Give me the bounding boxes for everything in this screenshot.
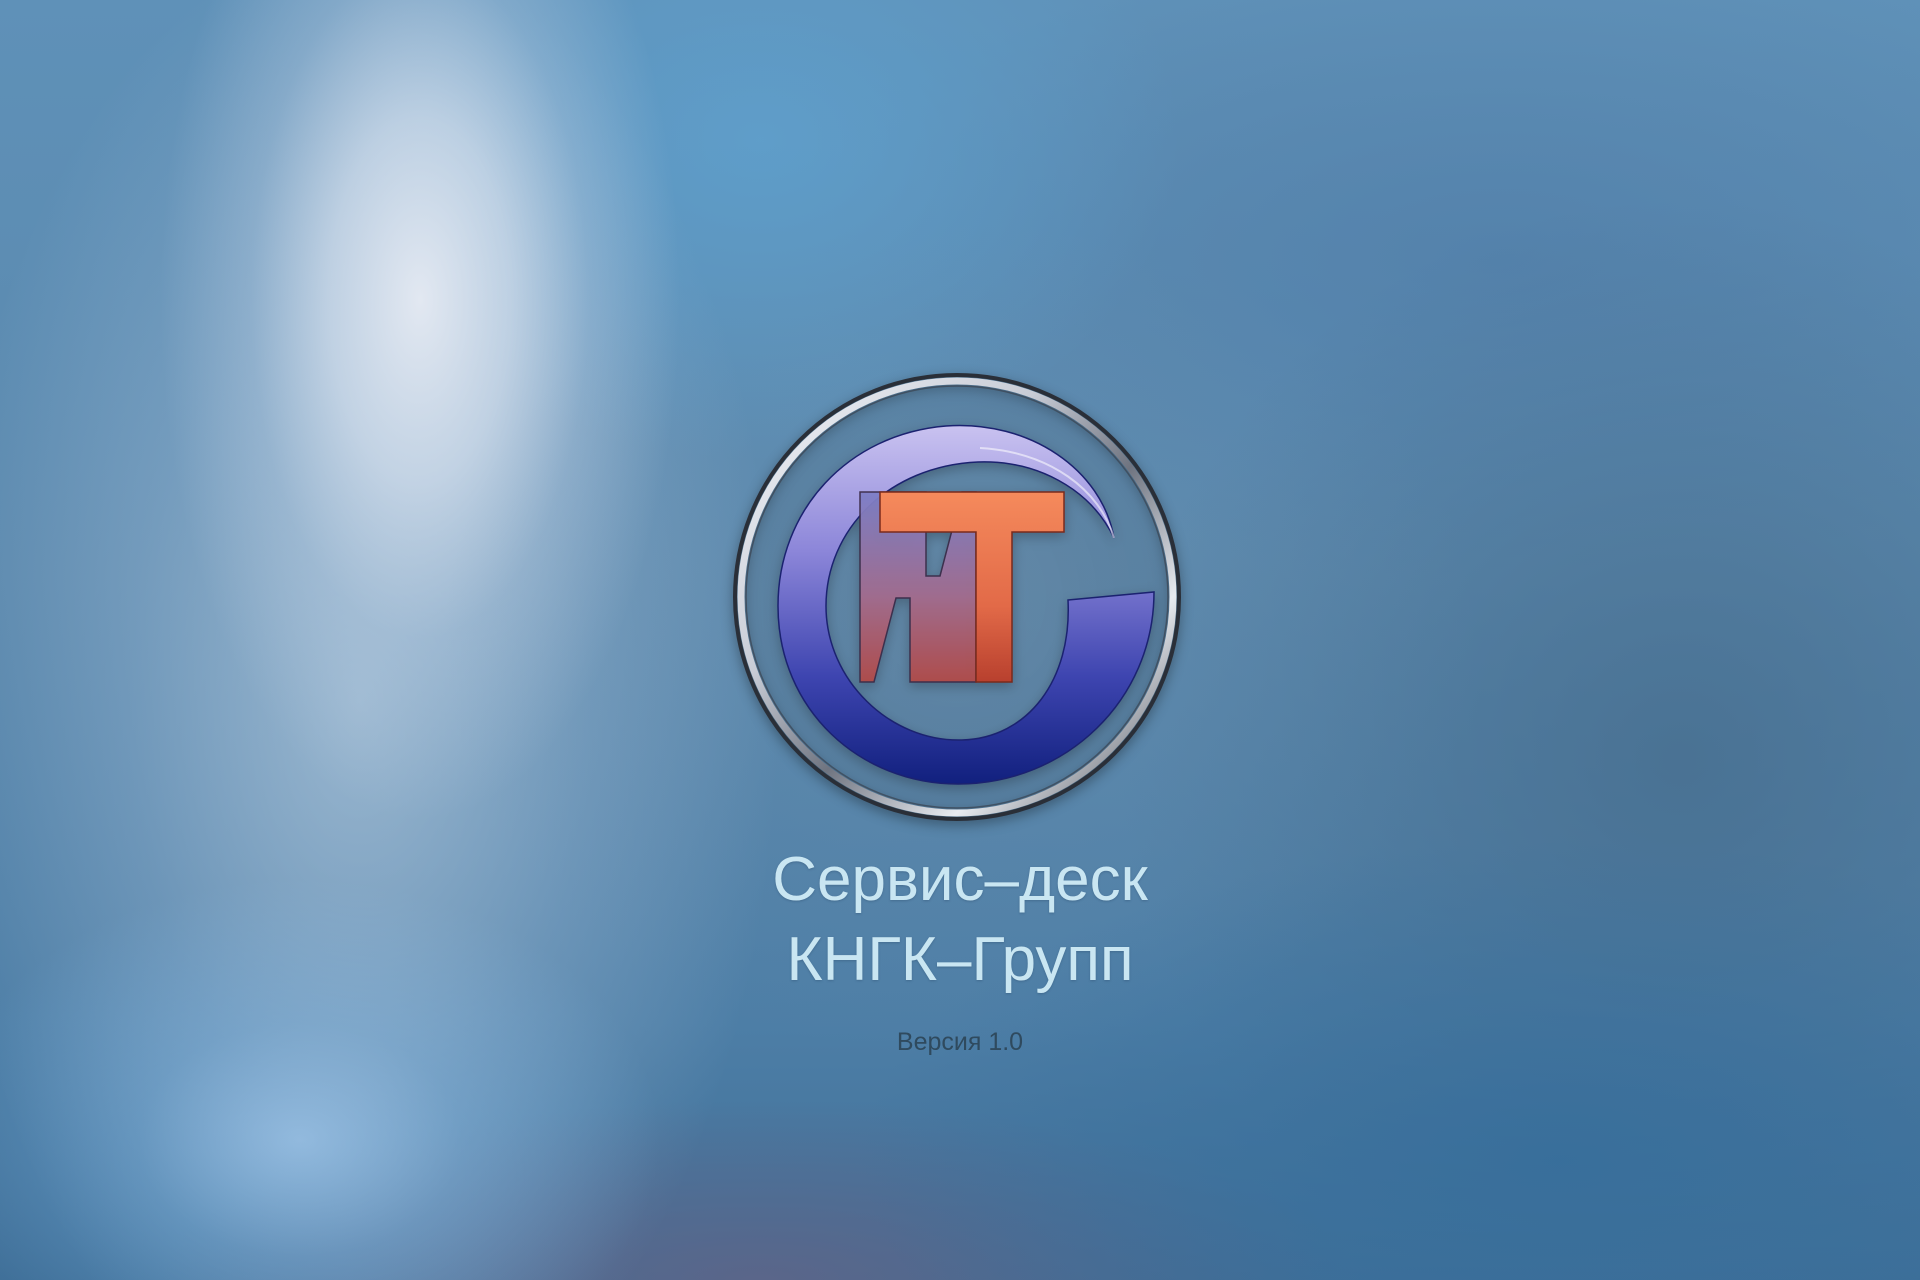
- app-title-line2: КНГК–Групп: [786, 925, 1134, 994]
- app-title-line1: Сервис–деск: [772, 845, 1148, 914]
- it-logo-icon: [733, 373, 1181, 821]
- version-label: Версия 1.0: [896, 1028, 1024, 1056]
